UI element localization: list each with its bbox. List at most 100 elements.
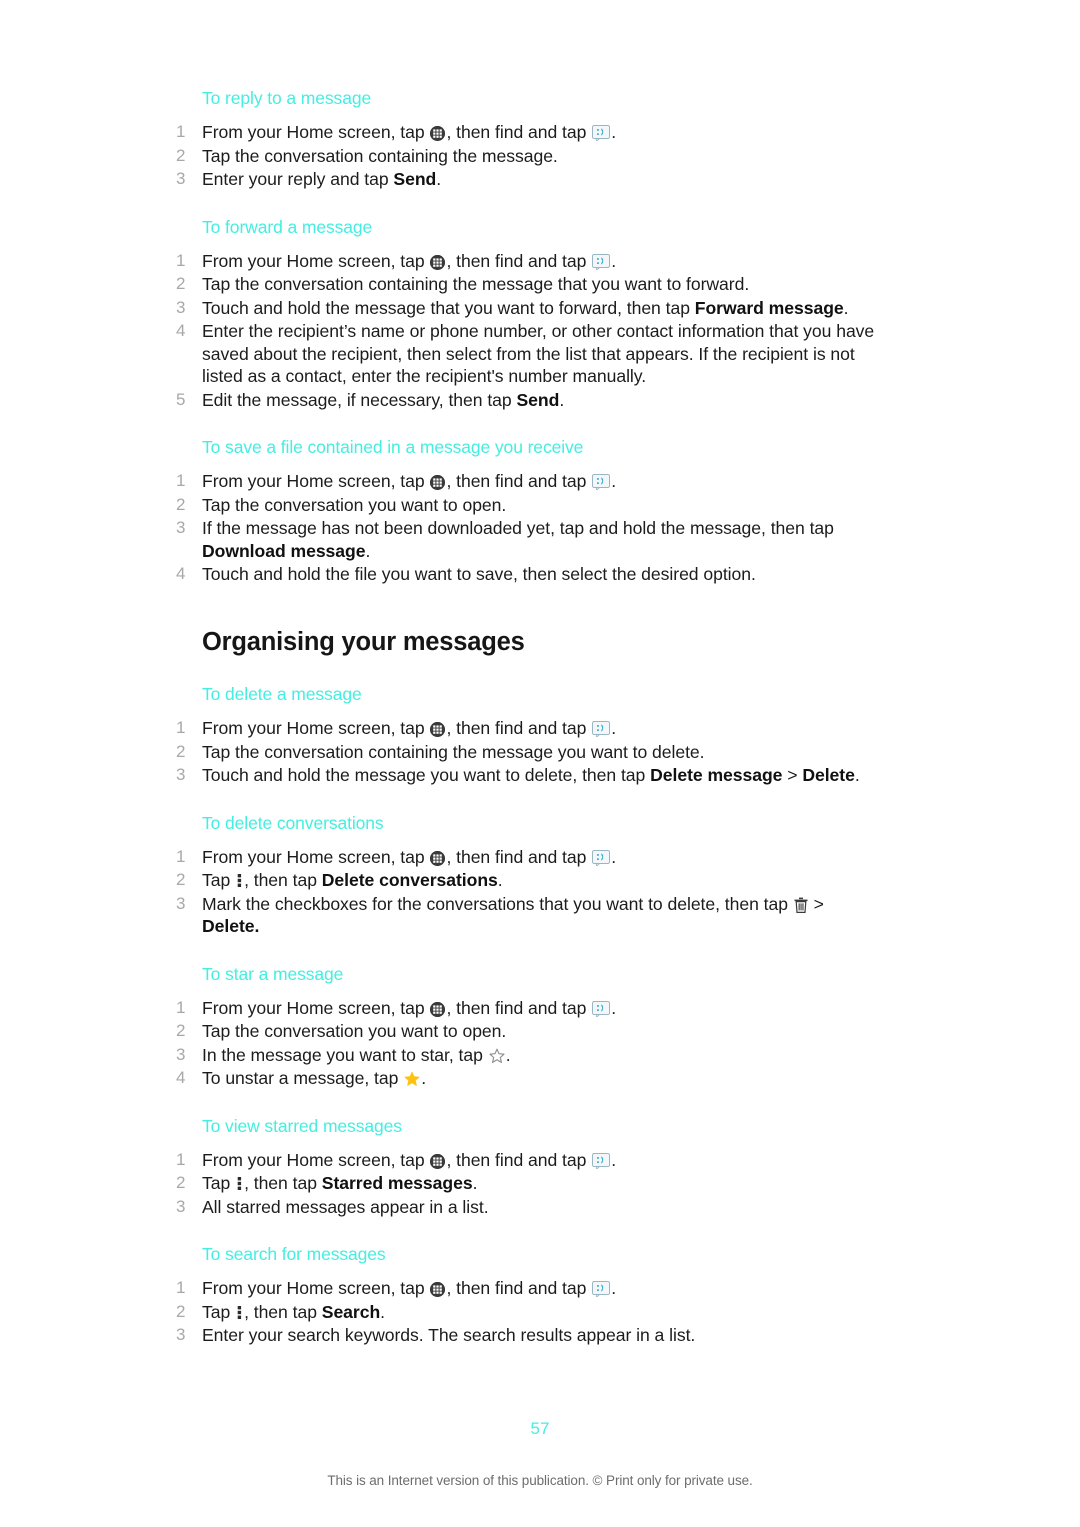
heading-organising-your-messages: Organising your messages xyxy=(202,627,525,656)
step-text: , then find and tap xyxy=(446,1278,592,1299)
step-text: From your Home screen, tap xyxy=(202,250,430,271)
step-text: . xyxy=(611,1149,617,1170)
step-item: From your Home screen, tap , then find a… xyxy=(176,997,876,1020)
step-item: Touch and hold the file you want to save… xyxy=(176,563,876,586)
section-save-file-from-message: To save a file contained in a message yo… xyxy=(176,437,876,586)
step-text: , then tap xyxy=(244,870,322,891)
step-text: > xyxy=(782,765,803,786)
step-text: . xyxy=(611,250,617,271)
messaging-icon xyxy=(592,1000,611,1017)
step-text: . xyxy=(611,997,617,1018)
app-drawer-icon xyxy=(430,126,446,141)
section-search-for-messages: To search for messages From your Home sc… xyxy=(176,1244,876,1347)
step-item: Tap , then tap Search. xyxy=(176,1301,876,1324)
step-text: From your Home screen, tap xyxy=(202,1149,430,1170)
messaging-icon xyxy=(592,253,611,270)
step-item: In the message you want to star, tap . xyxy=(176,1044,876,1067)
app-drawer-icon xyxy=(430,722,446,738)
steps-forward: From your Home screen, tap , then find a… xyxy=(176,250,876,412)
steps-delete-message: From your Home screen, tap , then find a… xyxy=(176,717,876,787)
heading-to-forward-a-message: To forward a message xyxy=(202,216,373,237)
step-item: Tap , then tap Starred messages. xyxy=(176,1172,876,1195)
messaging-icon xyxy=(592,1152,611,1169)
step-item: Tap the conversation containing the mess… xyxy=(176,741,876,764)
app-drawer-icon xyxy=(430,1153,446,1169)
overflow-menu-icon xyxy=(236,1305,243,1320)
step-text: All starred messages appear in a list. xyxy=(202,1196,489,1217)
step-text: , then find and tap xyxy=(446,997,592,1018)
step-item: To unstar a message, tap . xyxy=(176,1067,876,1090)
app-drawer-icon xyxy=(430,850,446,866)
step-text: , then find and tap xyxy=(446,471,592,492)
steps-search: From your Home screen, tap , then find a… xyxy=(176,1277,876,1347)
ui-label-search: Search xyxy=(321,1301,381,1322)
section-title-wrapper: Organising your messages xyxy=(176,628,876,657)
step-item: From your Home screen, tap , then find a… xyxy=(176,717,876,740)
step-item: From your Home screen, tap , then find a… xyxy=(176,121,876,144)
section-delete-conversations: To delete conversations From your Home s… xyxy=(176,813,876,938)
ui-label-send: Send xyxy=(516,389,560,410)
step-text: In the message you want to star, tap xyxy=(202,1044,488,1065)
step-text: . xyxy=(611,471,617,492)
page-content: To reply to a message From your Home scr… xyxy=(176,88,876,1373)
step-item: From your Home screen, tap , then find a… xyxy=(176,1277,876,1300)
app-drawer-icon xyxy=(430,475,446,491)
step-text: Tap the conversation containing the mess… xyxy=(202,741,705,762)
ui-label-forward-message: Forward message xyxy=(694,297,844,318)
step-text: Mark the checkboxes for the conversation… xyxy=(202,893,793,914)
step-item: Touch and hold the message you want to d… xyxy=(176,764,876,787)
step-text: . xyxy=(380,1301,385,1322)
step-item: From your Home screen, tap , then find a… xyxy=(176,1149,876,1172)
step-text: Tap xyxy=(202,1173,236,1194)
step-text: To unstar a message, tap xyxy=(202,1068,404,1089)
step-text: Touch and hold the file you want to save… xyxy=(202,564,756,585)
step-item: Touch and hold the message that you want… xyxy=(176,297,876,320)
step-text: . xyxy=(611,122,617,142)
step-text: From your Home screen, tap xyxy=(202,846,430,867)
ui-label-download-message: Download message xyxy=(202,540,366,561)
step-item: Tap , then tap Delete conversations. xyxy=(176,869,876,892)
step-text: . xyxy=(854,765,860,786)
section-delete-a-message: To delete a message From your Home scree… xyxy=(176,684,876,787)
step-item: Mark the checkboxes for the conversation… xyxy=(176,893,876,938)
step-item: Tap the conversation you want to open. xyxy=(176,1020,876,1043)
messaging-icon xyxy=(592,125,611,141)
messaging-icon xyxy=(592,474,611,491)
heading-to-reply-to-a-message: To reply to a message xyxy=(202,88,372,108)
steps-save-file: From your Home screen, tap , then find a… xyxy=(176,470,876,586)
step-item: Enter your reply and tap Send. xyxy=(176,168,876,191)
heading-to-search-for-messages: To search for messages xyxy=(202,1244,386,1265)
section-forward-a-message: To forward a message From your Home scre… xyxy=(176,217,876,412)
step-text: . xyxy=(505,1044,511,1065)
app-drawer-icon xyxy=(430,1282,446,1298)
overflow-menu-icon xyxy=(236,873,243,888)
step-item: From your Home screen, tap , then find a… xyxy=(176,846,876,869)
section-view-starred-messages: To view starred messages From your Home … xyxy=(176,1116,876,1219)
step-text: , then find and tap xyxy=(446,122,592,142)
step-text: Tap the conversation you want to open. xyxy=(202,1021,507,1042)
app-drawer-icon xyxy=(430,1001,446,1017)
step-text: , then tap xyxy=(244,1173,322,1194)
step-text: Touch and hold the message that you want… xyxy=(202,297,695,318)
ui-label-send: Send xyxy=(393,169,437,190)
heading-to-view-starred-messages: To view starred messages xyxy=(202,1115,402,1136)
step-text: Tap xyxy=(202,1301,236,1322)
heading-to-delete-conversations: To delete conversations xyxy=(202,812,384,833)
step-text: Tap xyxy=(202,870,236,891)
steps-reply: From your Home screen, tap , then find a… xyxy=(176,121,876,191)
step-text: Tap the conversation containing the mess… xyxy=(202,274,750,295)
step-text: From your Home screen, tap xyxy=(202,997,430,1018)
step-text: . xyxy=(497,870,503,891)
app-drawer-icon xyxy=(430,254,446,270)
step-item: From your Home screen, tap , then find a… xyxy=(176,470,876,493)
step-text: , then tap xyxy=(244,1301,322,1322)
heading-to-delete-a-message: To delete a message xyxy=(202,684,362,705)
step-item: Tap the conversation you want to open. xyxy=(176,494,876,517)
step-text: From your Home screen, tap xyxy=(202,471,430,492)
step-item: Edit the message, if necessary, then tap… xyxy=(176,389,876,412)
step-text: Edit the message, if necessary, then tap xyxy=(202,389,517,410)
messaging-icon xyxy=(592,1281,611,1298)
step-item: From your Home screen, tap , then find a… xyxy=(176,250,876,273)
step-text: . xyxy=(611,1278,617,1299)
ui-label-delete-message: Delete message xyxy=(650,765,783,786)
